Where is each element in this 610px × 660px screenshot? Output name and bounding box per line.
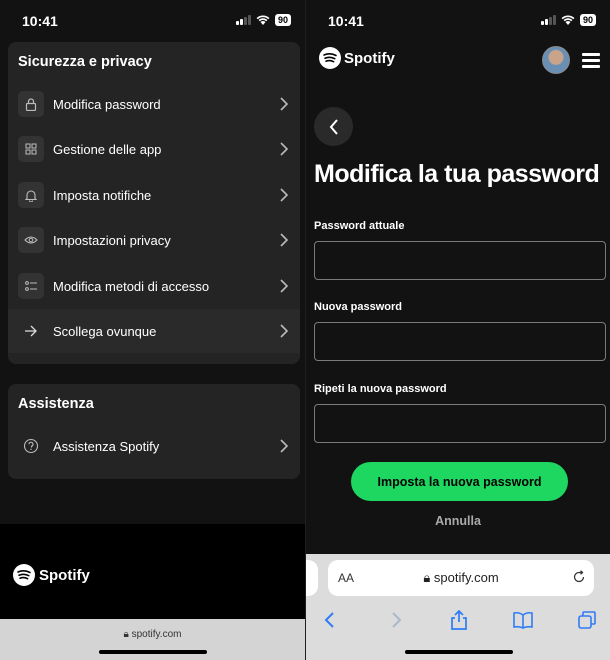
section-heading: Assistenza	[18, 396, 94, 412]
previous-tab-preview[interactable]	[306, 560, 318, 596]
menu-item-label: Modifica password	[53, 96, 161, 112]
share-icon[interactable]	[449, 610, 469, 630]
menu-item-label: Modifica metodi di accesso	[53, 278, 210, 294]
chevron-right-icon	[280, 279, 289, 293]
status-time: 10:41	[22, 13, 58, 29]
cellular-signal-icon	[235, 15, 251, 25]
menu-item-label: Impostazioni privacy	[53, 232, 171, 248]
lock-icon	[18, 91, 44, 117]
home-indicator	[98, 650, 207, 654]
new-password-label: Nuova password	[314, 301, 403, 313]
safari-toolbar: AA 🔒︎ spotify.com	[306, 554, 610, 660]
menu-item-label: Scollega ovunque	[53, 323, 157, 339]
hamburger-menu-icon[interactable]	[582, 53, 600, 68]
eye-icon	[18, 227, 44, 253]
menu-item-label: Assistenza Spotify	[53, 438, 160, 454]
chevron-left-icon	[329, 118, 338, 135]
change-password-screen: 10:41 90 Spotify Modifica la tua passwor…	[305, 0, 610, 660]
security-privacy-section: Sicurezza e privacy Modifica password Ge…	[8, 42, 300, 364]
status-time: 10:41	[328, 13, 364, 29]
status-bar: 10:41 90	[0, 0, 305, 40]
menu-item-privacy-settings[interactable]: Impostazioni privacy	[8, 218, 300, 262]
menu-item-login-methods[interactable]: Modifica metodi di accesso	[8, 264, 300, 308]
repeat-password-field[interactable]	[314, 404, 606, 443]
spotify-wordmark: Spotify	[39, 566, 90, 584]
new-password-field[interactable]	[314, 322, 606, 361]
menu-item-label: Gestione delle app	[53, 141, 162, 157]
battery-indicator: 90	[579, 14, 596, 26]
url-text: spotify.com	[131, 629, 182, 640]
browser-url-bar[interactable]: 🔒︎ spotify.com	[0, 619, 305, 660]
back-button[interactable]	[314, 107, 353, 146]
back-arrow-icon[interactable]	[320, 610, 340, 630]
chevron-right-icon	[280, 324, 289, 338]
grid-icon	[18, 136, 44, 162]
spotify-logo-icon	[13, 564, 35, 586]
status-bar: 10:41 90	[306, 0, 610, 40]
forward-arrow-icon[interactable]	[386, 610, 406, 630]
cellular-signal-icon	[540, 15, 556, 25]
menu-item-app-management[interactable]: Gestione delle app	[8, 127, 300, 171]
arrow-right-icon	[18, 318, 44, 344]
lock-icon: 🔒︎	[423, 570, 431, 585]
settings-screen: 10:41 90 Sicurezza e privacy Modifica pa…	[0, 0, 305, 660]
bell-icon	[18, 182, 44, 208]
wifi-icon	[256, 15, 270, 25]
menu-item-spotify-support[interactable]: Assistenza Spotify	[8, 424, 300, 468]
spotify-logo[interactable]: Spotify	[319, 47, 395, 69]
cancel-link[interactable]: Annulla	[306, 514, 610, 528]
repeat-password-label: Ripeti la nuova password	[314, 383, 447, 395]
chevron-right-icon	[280, 439, 289, 453]
url-text: spotify.com	[433, 570, 499, 585]
list-icon	[18, 273, 44, 299]
chevron-right-icon	[280, 188, 289, 202]
chevron-right-icon	[280, 142, 289, 156]
support-section: Assistenza Assistenza Spotify	[8, 384, 300, 479]
set-new-password-button[interactable]: Imposta la nuova password	[351, 462, 568, 501]
address-bar[interactable]: AA 🔒︎ spotify.com	[328, 560, 594, 596]
question-icon	[18, 433, 44, 459]
menu-item-notifications[interactable]: Imposta notifiche	[8, 173, 300, 217]
menu-item-change-password[interactable]: Modifica password	[8, 82, 300, 126]
home-indicator	[404, 650, 513, 654]
current-password-label: Password attuale	[314, 220, 405, 232]
current-password-field[interactable]	[314, 241, 606, 280]
spotify-wordmark: Spotify	[344, 49, 395, 67]
chevron-right-icon	[280, 97, 289, 111]
menu-item-sign-out-everywhere[interactable]: Scollega ovunque	[8, 309, 300, 353]
avatar[interactable]	[542, 46, 570, 74]
menu-item-label: Imposta notifiche	[53, 187, 152, 203]
chevron-right-icon	[280, 233, 289, 247]
page-title: Modifica la tua password	[314, 160, 600, 188]
lock-icon: 🔒︎	[123, 629, 129, 640]
spotify-logo: Spotify	[13, 564, 90, 586]
site-header: Spotify	[306, 40, 610, 80]
bookmarks-icon[interactable]	[513, 610, 533, 630]
battery-indicator: 90	[274, 14, 291, 26]
section-heading: Sicurezza e privacy	[18, 54, 152, 70]
spotify-banner: Spotify	[0, 524, 305, 619]
tabs-icon[interactable]	[577, 610, 597, 630]
wifi-icon	[561, 15, 575, 25]
spotify-logo-icon	[319, 47, 341, 69]
reload-icon[interactable]	[572, 570, 586, 584]
